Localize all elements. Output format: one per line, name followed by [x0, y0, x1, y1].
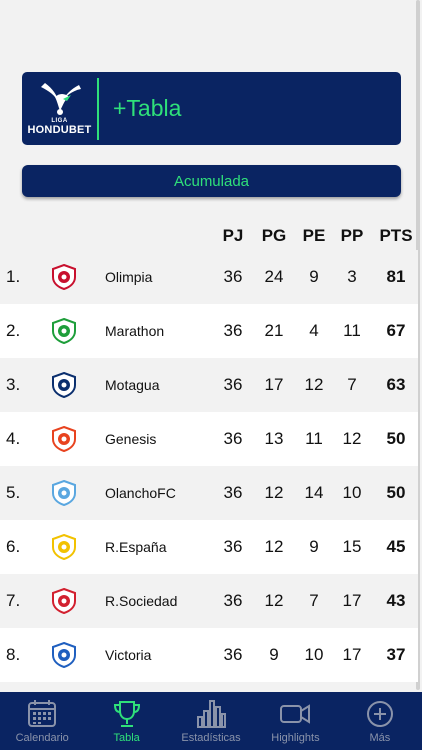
pj-cell: 36: [223, 645, 243, 664]
pp-cell: 17: [342, 591, 362, 610]
table-row[interactable]: 5. OlanchoFC 36 12 14 10 50: [0, 466, 418, 520]
pg-cell: 17: [264, 375, 284, 394]
team-crest-icon: [52, 642, 76, 668]
team-name: R.España: [105, 539, 167, 555]
calendar-icon: [28, 699, 57, 727]
pts-cell: 67: [386, 321, 406, 340]
pg-cell: 9: [269, 645, 279, 664]
pts-cell: 50: [386, 429, 406, 448]
pp-cell: 7: [347, 375, 357, 394]
nav-item-tabla[interactable]: Tabla: [84, 692, 168, 750]
league-logo: LIGA HONDUBET: [22, 72, 97, 145]
rank-cell: 1.: [6, 267, 21, 286]
table-row[interactable]: 1. Olimpia 36 24 9 3 81: [0, 250, 418, 304]
rank-cell: 8.: [6, 645, 21, 664]
nav-item-estadisticas[interactable]: Estadísticas: [169, 692, 253, 750]
team-name: R.Sociedad: [105, 593, 178, 609]
pj-cell: 36: [223, 591, 243, 610]
column-header-pp: PP: [340, 226, 364, 245]
rank-cell: 6.: [6, 537, 21, 556]
eagle-logo-icon: [40, 83, 81, 115]
nav-item-highlights[interactable]: Highlights: [253, 692, 337, 750]
team-crest-icon: [52, 426, 76, 452]
table-row[interactable]: 2. Marathon 36 21 4 11 67: [0, 304, 418, 358]
pj-cell: 36: [223, 321, 243, 340]
team-name: Olimpia: [105, 269, 153, 285]
team-name: OlanchoFC: [105, 485, 176, 501]
team-crest-icon: [52, 264, 76, 290]
pp-cell: 3: [347, 267, 357, 286]
rank-cell: 2.: [6, 321, 21, 340]
pts-cell: 45: [386, 537, 406, 556]
bar-chart-icon: [197, 699, 227, 728]
table-row[interactable]: 7. R.Sociedad 36 12 7 17 43: [0, 574, 418, 628]
pp-cell: 17: [342, 645, 362, 664]
banner-title: +Tabla: [113, 95, 182, 121]
table-row[interactable]: 8. Victoria 36 9 10 17 37: [0, 628, 418, 682]
pts-cell: 50: [386, 483, 406, 502]
pg-cell: 21: [264, 321, 284, 340]
rank-cell: 3.: [6, 375, 21, 394]
pts-cell: 37: [386, 645, 406, 664]
app-root: LIGA HONDUBET +Tabla Acumulada PJ PG PE …: [0, 0, 422, 750]
pg-cell: 24: [264, 267, 284, 286]
logo-brand-text: HONDUBET: [27, 124, 92, 136]
pp-cell: 12: [342, 429, 362, 448]
nav-label: Tabla: [113, 731, 140, 744]
table-row[interactable]: 6. R.España 36 12 9 15 45: [0, 520, 418, 574]
pj-cell: 36: [223, 537, 243, 556]
team-crest-icon: [52, 318, 76, 344]
video-camera-icon: [280, 703, 311, 724]
nav-item-calendario[interactable]: Calendario: [0, 692, 84, 750]
league-banner: LIGA HONDUBET +Tabla: [22, 72, 401, 145]
pj-cell: 36: [223, 429, 243, 448]
table-row[interactable]: 4. Genesis 36 13 11 12 50: [0, 412, 418, 466]
bottom-navigation: Calendario Tabla Estadísticas Highlights…: [0, 692, 422, 750]
column-header-pj: PJ: [222, 226, 244, 245]
team-crest-icon: [52, 372, 76, 398]
pg-cell: 12: [264, 483, 284, 502]
nav-label: Estadísticas: [181, 731, 241, 744]
pj-cell: 36: [223, 375, 243, 394]
team-crest-icon: [52, 534, 76, 560]
pts-cell: 63: [386, 375, 406, 394]
pp-cell: 11: [343, 321, 361, 340]
table-row[interactable]: 3. Motagua 36 17 12 7 63: [0, 358, 418, 412]
column-header-pg: PG: [261, 226, 287, 245]
pts-cell: 81: [386, 267, 406, 286]
team-name: Victoria: [105, 647, 152, 663]
pp-cell: 15: [342, 537, 362, 556]
rank-cell: 4.: [6, 429, 21, 448]
nav-item-mas[interactable]: Más: [338, 692, 422, 750]
pg-cell: 13: [264, 429, 284, 448]
team-name: Motagua: [105, 377, 160, 393]
rank-cell: 7.: [6, 591, 21, 610]
team-crest-icon: [52, 588, 76, 614]
pj-cell: 36: [223, 483, 243, 502]
accumulated-mode-button[interactable]: Acumulada: [22, 165, 401, 197]
trophy-icon: [113, 700, 140, 727]
column-header-pts: PTS: [379, 226, 413, 245]
pp-cell: 10: [342, 483, 362, 502]
banner-divider: [97, 77, 99, 140]
nav-label: Más: [369, 731, 391, 744]
pts-cell: 43: [386, 591, 406, 610]
team-crest-icon: [52, 480, 76, 506]
pg-cell: 12: [264, 591, 284, 610]
rank-cell: 5.: [6, 483, 21, 502]
pj-cell: 36: [223, 267, 243, 286]
pg-cell: 12: [264, 537, 284, 556]
team-name: Genesis: [105, 431, 157, 447]
nav-label: Highlights: [271, 731, 320, 744]
team-name: Marathon: [105, 323, 165, 339]
plus-circle-icon: [366, 700, 393, 727]
nav-label: Calendario: [15, 731, 69, 744]
